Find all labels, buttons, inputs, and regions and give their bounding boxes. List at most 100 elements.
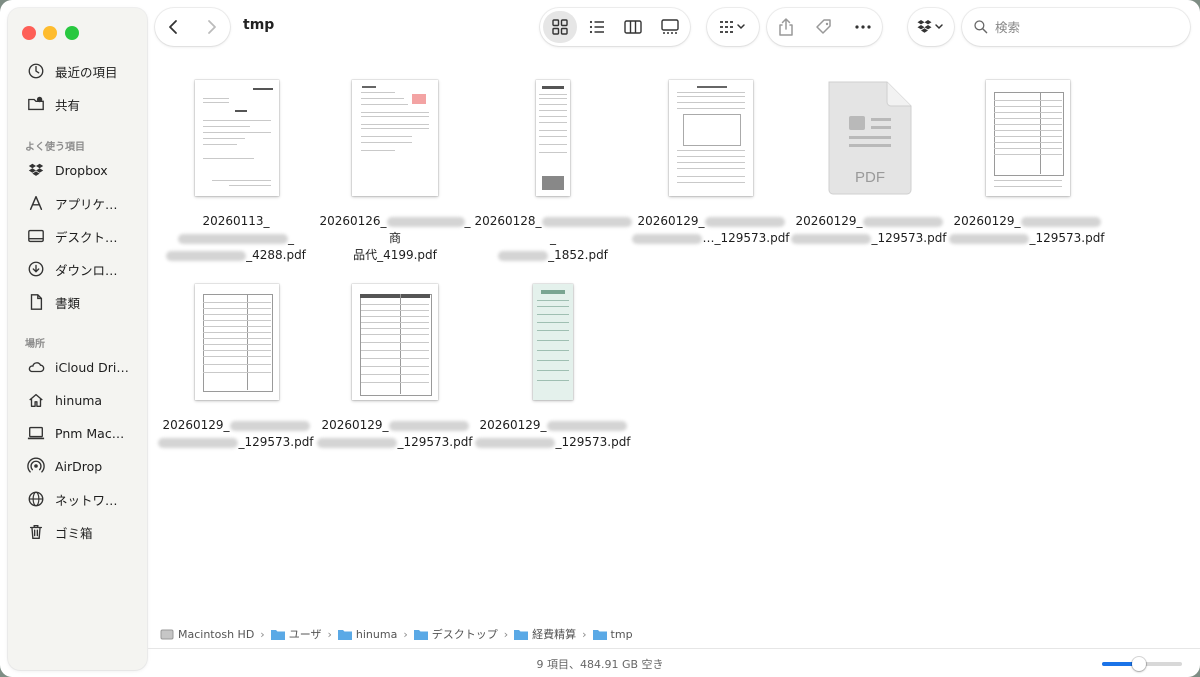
dropbox-icon: [917, 20, 943, 33]
file-thumbnail: [986, 80, 1070, 196]
sidebar-item-icloud[interactable]: iCloud Dri…: [26, 354, 144, 380]
file-name: 20260129_ _129573.pdf: [474, 417, 632, 451]
chevron-right-icon: ›: [260, 627, 265, 641]
sidebar-item-label: hinuma: [55, 392, 103, 408]
sidebar-item-recents[interactable]: 最近の項目: [26, 58, 144, 84]
hard-disk-icon: [160, 629, 174, 639]
search-input[interactable]: [993, 18, 1177, 36]
sidebar-item-label: 共有: [55, 97, 81, 113]
file-name: 20260129_ _129573.pdf: [948, 213, 1106, 247]
sidebar-item-network[interactable]: ネットワ…: [26, 486, 144, 512]
sidebar-item-label: デスクト…: [55, 229, 118, 245]
icon-view-icon: [552, 19, 568, 35]
icon-size-slider-knob[interactable]: [1132, 657, 1146, 671]
sidebar-item-label: ゴミ箱: [55, 525, 93, 541]
share-icon: [779, 18, 793, 36]
file-thumbnail: [536, 80, 570, 196]
file-name: 20260129_ …_129573.pdf: [632, 213, 790, 247]
list-view-button[interactable]: [580, 11, 614, 43]
chevron-right-icon: ›: [327, 627, 332, 641]
sidebar-item-documents[interactable]: 書類: [26, 289, 144, 315]
sidebar-item-label: AirDrop: [55, 458, 103, 474]
tag-button[interactable]: [808, 11, 840, 43]
path-crumb-macintosh-hd[interactable]: Macintosh HD: [160, 628, 254, 641]
folder-icon: [514, 629, 529, 640]
folder-icon: [413, 629, 428, 640]
chevron-right-icon: [207, 20, 216, 34]
sidebar-item-label: 最近の項目: [55, 64, 118, 80]
document-icon: [26, 292, 46, 312]
sidebar-item-label: Dropbox: [55, 162, 108, 178]
sidebar-item-dropbox[interactable]: Dropbox: [26, 157, 144, 183]
forward-button[interactable]: [192, 11, 229, 43]
sidebar-section-favorites: よく使う項目: [25, 142, 85, 153]
navigation-buttons: [155, 8, 230, 46]
shared-folder-icon: [26, 94, 46, 114]
chevron-right-icon: ›: [503, 627, 509, 641]
path-crumb-tmp[interactable]: tmp: [592, 628, 633, 641]
icon-view-button[interactable]: [543, 11, 577, 43]
pdf-document-icon: PDF: [828, 81, 912, 195]
back-button[interactable]: [155, 11, 192, 43]
folder-icon: [270, 629, 285, 640]
minimize-window-button[interactable]: [43, 26, 57, 40]
column-view-button[interactable]: [616, 11, 650, 43]
folder-icon: [337, 629, 352, 640]
search-field[interactable]: [962, 8, 1190, 46]
path-crumb-home[interactable]: hinuma: [337, 628, 397, 641]
tag-icon: [816, 19, 832, 34]
sidebar-item-label: ダウンロ…: [55, 262, 118, 278]
airdrop-icon: [26, 456, 46, 476]
chevron-left-icon: [168, 20, 177, 34]
close-window-button[interactable]: [22, 26, 36, 40]
sidebar: 最近の項目 共有 よく使う項目 Dropbox アプリケ… デスクト… ダウンロ…: [8, 8, 147, 670]
file-thumbnail: [352, 80, 438, 196]
laptop-icon: [26, 423, 46, 443]
sidebar-item-label: iCloud Dri…: [55, 359, 129, 375]
zoom-window-button[interactable]: [65, 26, 79, 40]
dropbox-menu-button[interactable]: [908, 8, 954, 46]
file-thumbnail: [669, 80, 753, 196]
path-bar: Macintosh HD › ユーザ › hinuma › デスクトップ › 経…: [160, 624, 633, 644]
sidebar-item-home[interactable]: hinuma: [26, 387, 144, 413]
view-mode-control: [540, 8, 690, 46]
download-icon: [26, 259, 46, 279]
status-bar-text: 9 項目、484.91 GB 空き: [536, 658, 664, 671]
window-title: tmp: [243, 17, 275, 33]
status-divider: [148, 648, 1200, 649]
sidebar-item-downloads[interactable]: ダウンロ…: [26, 256, 144, 282]
group-by-button[interactable]: [707, 8, 759, 46]
file-thumbnail: [195, 80, 279, 196]
home-icon: [26, 390, 46, 410]
path-crumb-desktop[interactable]: デスクトップ: [413, 626, 498, 642]
pdf-label: PDF: [855, 169, 885, 186]
desktop-icon: [26, 226, 46, 246]
column-view-icon: [624, 20, 643, 34]
sidebar-item-trash[interactable]: ゴミ箱: [26, 519, 144, 545]
action-buttons: [767, 8, 882, 46]
more-button[interactable]: [847, 11, 879, 43]
sidebar-item-shared[interactable]: 共有: [26, 91, 144, 117]
file-name: 20260128__ _1852.pdf: [474, 213, 632, 264]
file-name: 20260129_ _129573.pdf: [316, 417, 474, 451]
sidebar-item-label: 書類: [55, 295, 81, 311]
sidebar-item-desktop[interactable]: デスクト…: [26, 223, 144, 249]
network-icon: [26, 489, 46, 509]
gallery-view-button[interactable]: [653, 11, 687, 43]
search-icon: [974, 20, 988, 34]
file-name: 20260126_ _商 品代_4199.pdf: [319, 214, 471, 262]
gallery-view-icon: [661, 19, 679, 34]
dropbox-icon: [26, 160, 46, 180]
path-crumb-expenses[interactable]: 経費精算: [514, 626, 576, 642]
sidebar-item-mac[interactable]: Pnm Mac…: [26, 420, 144, 446]
sidebar-item-label: Pnm Mac…: [55, 425, 125, 441]
sidebar-item-airdrop[interactable]: AirDrop: [26, 453, 144, 479]
file-name: 20260129_ _129573.pdf: [790, 213, 948, 247]
path-crumb-users[interactable]: ユーザ: [270, 626, 321, 642]
sidebar-item-applications[interactable]: アプリケ…: [26, 190, 144, 216]
finder-window: 最近の項目 共有 よく使う項目 Dropbox アプリケ… デスクト… ダウンロ…: [0, 0, 1200, 677]
sidebar-item-label: アプリケ…: [55, 196, 118, 212]
icloud-icon: [26, 357, 46, 377]
share-button[interactable]: [770, 11, 802, 43]
folder-icon: [592, 629, 607, 640]
